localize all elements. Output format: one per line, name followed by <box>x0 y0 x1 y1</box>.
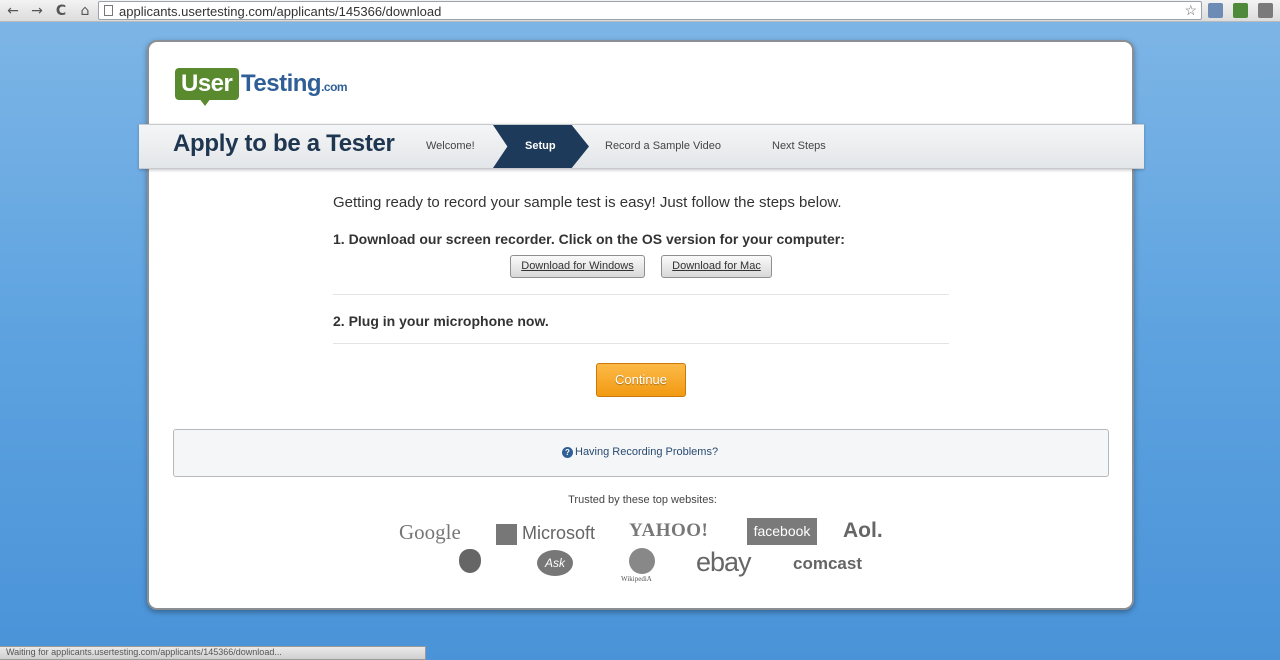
google-logo: Google <box>399 520 461 544</box>
extension-icon[interactable] <box>1208 3 1223 18</box>
ask-logo: Ask <box>537 550 573 576</box>
wrench-icon[interactable] <box>1258 3 1273 18</box>
comcast-logo: comcast <box>793 554 862 573</box>
main-card: User Testing.com Apply to be a Tester We… <box>139 40 1144 610</box>
continue-button[interactable]: Continue <box>596 363 686 397</box>
microsoft-flag-icon <box>496 524 517 545</box>
status-bar: Waiting for applicants.usertesting.com/a… <box>0 646 426 660</box>
extension-icon-2[interactable] <box>1233 3 1248 18</box>
divider-2 <box>333 343 949 344</box>
download-mac-button[interactable]: Download for Mac <box>661 255 772 278</box>
reload-button[interactable]: C <box>52 2 70 20</box>
step-record-sample-video: Record a Sample Video <box>605 140 721 152</box>
logo-bubble: User <box>175 68 239 106</box>
step-next-steps: Next Steps <box>772 140 826 152</box>
bookmark-star-icon[interactable]: ☆ <box>1184 2 1197 19</box>
wikipedia-globe-icon <box>629 548 655 574</box>
recording-problems-link[interactable]: Having Recording Problems? <box>575 446 718 458</box>
download-windows-button[interactable]: Download for Windows <box>510 255 645 278</box>
step-banner: Apply to be a Tester Welcome! Setup Reco… <box>139 124 1144 169</box>
step1-text: 1. Download our screen recorder. Click o… <box>333 231 845 247</box>
yahoo-logo: YAHOO! <box>629 520 709 541</box>
logo-testing-text: Testing.com <box>241 70 348 97</box>
page-icon <box>104 5 113 16</box>
recording-problems-panel[interactable]: ? Having Recording Problems? <box>173 429 1109 477</box>
step-setup: Setup <box>525 140 556 152</box>
status-text: Waiting for applicants.usertesting.com/a… <box>6 647 282 657</box>
home-button[interactable]: ⌂ <box>76 2 94 20</box>
apple-logo-icon <box>459 549 481 573</box>
divider <box>333 294 949 295</box>
step2-text: 2. Plug in your microphone now. <box>333 313 549 329</box>
microsoft-logo: Microsoft <box>522 523 596 543</box>
url-text[interactable]: applicants.usertesting.com/applicants/14… <box>119 4 441 19</box>
back-button[interactable]: ← <box>4 2 22 20</box>
page-title: Apply to be a Tester <box>173 130 395 157</box>
help-icon: ? <box>562 447 573 458</box>
aol-logo: Aol. <box>843 519 883 542</box>
trusted-by-text: Trusted by these top websites: <box>568 494 717 506</box>
intro-text: Getting ready to record your sample test… <box>333 194 842 211</box>
ebay-logo: ebay <box>696 547 752 577</box>
logo-user-text: User <box>181 70 233 97</box>
facebook-logo: facebook <box>747 518 817 545</box>
forward-button[interactable]: → <box>28 2 46 20</box>
browser-toolbar: ← → C ⌂ applicants.usertesting.com/appli… <box>0 0 1280 22</box>
wikipedia-logo: WikipediA <box>621 575 652 583</box>
step-welcome: Welcome! <box>426 140 475 152</box>
address-bar[interactable]: applicants.usertesting.com/applicants/14… <box>98 1 1202 20</box>
